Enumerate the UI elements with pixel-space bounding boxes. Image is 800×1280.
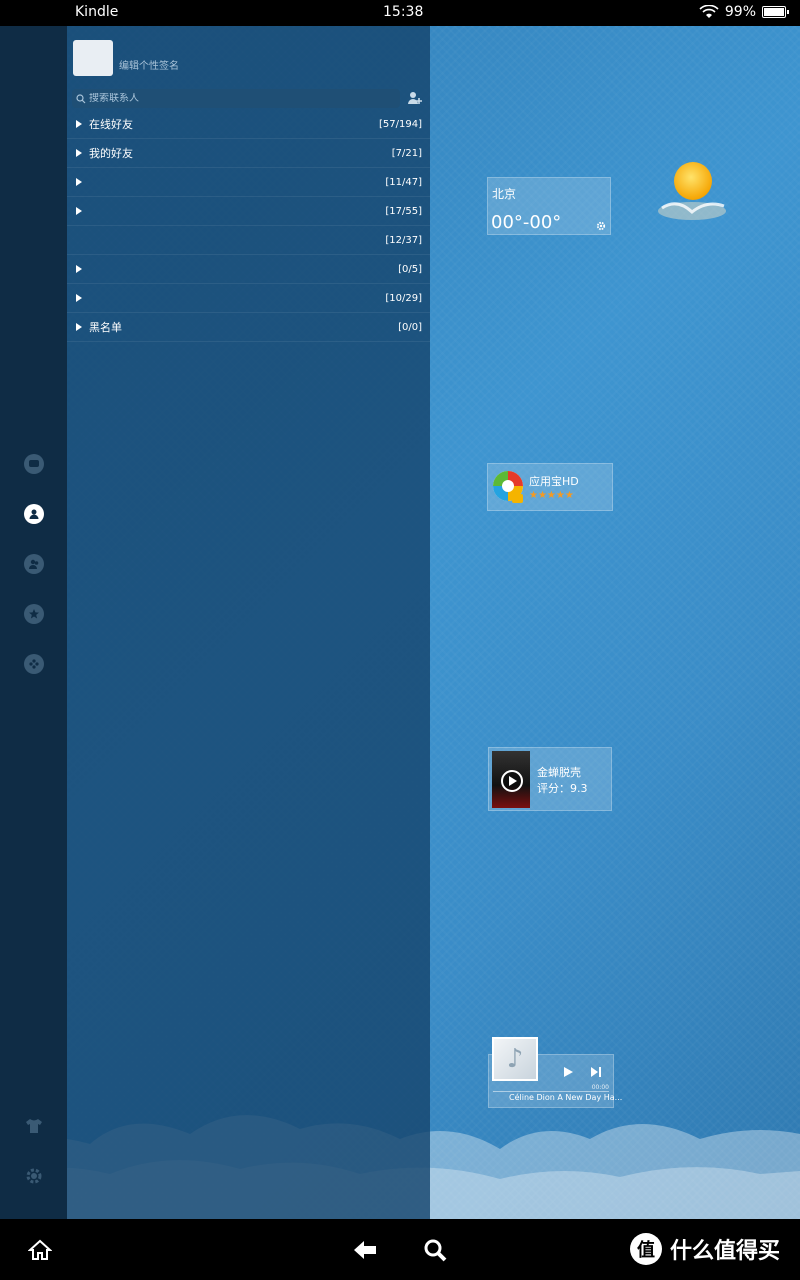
messages-icon[interactable] (24, 454, 44, 474)
expand-arrow-icon (76, 149, 82, 157)
track-time: 00:00 (591, 1084, 609, 1091)
movie-title: 金蝉脱壳 (537, 766, 581, 779)
movie-widget[interactable]: 金蝉脱壳 评分：9.3 (488, 747, 612, 811)
status-clock: 15:38 (383, 4, 424, 20)
group-row[interactable]: 黑名单 [0/0] (67, 313, 430, 342)
group-row[interactable]: 在线好友 [57/194] (67, 110, 430, 139)
status-right: 99% (699, 4, 789, 20)
search-bar[interactable] (72, 89, 400, 108)
group-name: 我的好友 (89, 147, 133, 160)
expand-arrow-icon (76, 323, 82, 331)
group-count: [12/37] (385, 234, 422, 246)
carrier-label: Kindle (75, 4, 119, 20)
contacts-icon[interactable] (24, 504, 44, 524)
play-icon[interactable] (501, 770, 523, 792)
group-row[interactable]: [17/55] (67, 197, 430, 226)
battery-icon (762, 6, 789, 18)
group-count: [17/55] (385, 205, 422, 217)
group-row[interactable]: [11/47] (67, 168, 430, 197)
signature-text[interactable]: 编辑个性签名 (119, 57, 179, 72)
search-icon (76, 93, 86, 103)
group-row[interactable]: [0/5] (67, 255, 430, 284)
apps-icon[interactable] (24, 654, 44, 674)
search-input[interactable] (89, 93, 389, 104)
group-icon[interactable] (24, 554, 44, 574)
theme-shirt-icon[interactable] (24, 1118, 44, 1134)
contacts-panel: 编辑个性签名 在线好友 [57/194] 我的好友 [7/21] [11/47] [… (67, 26, 430, 1219)
back-arrow-icon[interactable] (352, 1239, 378, 1261)
left-icon-rail (0, 26, 67, 1219)
home-icon[interactable] (28, 1239, 52, 1261)
group-name: 黑名单 (89, 321, 122, 334)
profile-header[interactable]: 编辑个性签名 (73, 40, 179, 76)
watermark-badge: 值 (630, 1233, 662, 1265)
group-count: [7/21] (391, 147, 422, 159)
rating-stars: ★★★★★ (529, 490, 574, 501)
status-bar: Kindle 15:38 99% (0, 0, 800, 26)
watermark: 值 什么值得买 (630, 1233, 780, 1265)
group-name: 在线好友 (89, 118, 133, 131)
track-progress-bar[interactable] (493, 1091, 609, 1092)
sunny-weather-icon (658, 162, 726, 220)
group-count: [57/194] (379, 118, 422, 130)
expand-arrow-icon (76, 120, 82, 128)
group-count: [10/29] (385, 292, 422, 304)
music-note-icon: ♪ (492, 1037, 538, 1081)
home-screen: 编辑个性签名 在线好友 [57/194] 我的好友 [7/21] [11/47] [… (0, 26, 800, 1219)
next-track-button[interactable] (589, 1065, 603, 1079)
battery-percent: 99% (724, 4, 756, 20)
gear-icon[interactable] (596, 221, 606, 231)
group-row[interactable]: [10/29] (67, 284, 430, 313)
avatar[interactable] (73, 40, 113, 76)
expand-arrow-icon (76, 178, 82, 186)
song-title: Céline Dion A New Day Ha... (509, 1093, 623, 1102)
settings-gear-icon[interactable] (24, 1166, 44, 1186)
group-count: [0/5] (398, 263, 422, 275)
music-player-widget[interactable]: ♪ 00:00 Céline Dion A New Day Ha... (488, 1037, 622, 1108)
app-store-widget[interactable]: 应用宝HD ★★★★★ (487, 463, 613, 511)
app-store-logo-icon (493, 471, 523, 503)
search-icon[interactable] (423, 1238, 447, 1262)
watermark-text: 什么值得买 (670, 1239, 781, 1264)
weather-widget[interactable]: 北京 00°-00° (487, 177, 611, 235)
contact-group-list: 在线好友 [57/194] 我的好友 [7/21] [11/47] [17/55] … (67, 110, 430, 342)
favorites-star-icon[interactable] (24, 604, 44, 624)
weather-temperature: 00°-00° (491, 212, 562, 233)
group-row[interactable]: [12/37] (67, 226, 430, 255)
expand-arrow-icon (76, 207, 82, 215)
bottom-nav-bar: 值 什么值得买 (0, 1219, 800, 1280)
group-count: [0/0] (398, 321, 422, 333)
wifi-icon (699, 5, 719, 18)
expand-arrow-icon (76, 294, 82, 302)
app-name: 应用宝HD (529, 475, 579, 488)
weather-city: 北京 (492, 187, 517, 201)
group-row[interactable]: 我的好友 [7/21] (67, 139, 430, 168)
expand-arrow-icon (76, 265, 82, 273)
group-count: [11/47] (385, 176, 422, 188)
movie-score: 评分：9.3 (537, 782, 588, 795)
play-button[interactable] (561, 1065, 575, 1079)
add-contact-icon[interactable] (407, 90, 423, 106)
